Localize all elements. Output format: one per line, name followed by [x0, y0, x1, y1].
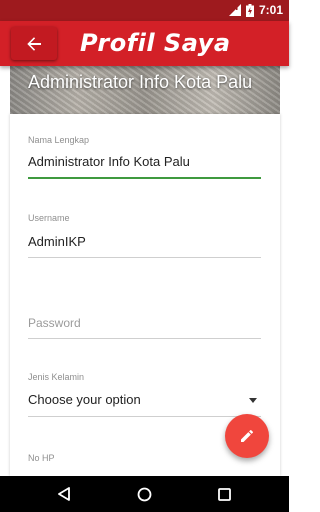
page-title: Profil Saya [80, 29, 231, 57]
home-circle-icon [137, 487, 151, 501]
full-name-label: Nama Lengkap [28, 135, 90, 145]
password-underline [28, 338, 261, 339]
back-button[interactable] [11, 27, 57, 60]
dropdown-arrow-icon[interactable] [249, 398, 257, 403]
full-name-input[interactable]: Administrator Info Kota Palu [28, 154, 190, 169]
nav-back-button[interactable] [54, 484, 74, 504]
phone-label: No HP [28, 453, 55, 463]
pencil-icon [241, 429, 254, 442]
status-bar: 7:01 [0, 0, 289, 21]
username-field[interactable]: Username AdminIKP [28, 213, 261, 259]
gender-underline [28, 416, 261, 417]
gender-selected-value[interactable]: Choose your option [28, 392, 141, 407]
nav-home-button[interactable] [134, 484, 154, 504]
username-underline [28, 257, 261, 258]
username-input[interactable]: AdminIKP [28, 234, 86, 249]
full-name-field[interactable]: Nama Lengkap Administrator Info Kota Pal… [28, 135, 261, 179]
status-icons: 7:01 [228, 3, 283, 17]
gender-label: Jenis Kelamin [28, 372, 85, 382]
edit-button[interactable] [225, 414, 269, 458]
recents-square-icon [217, 487, 231, 501]
password-input[interactable]: Password [28, 316, 81, 330]
signal-icon [228, 4, 241, 16]
nav-recents-button[interactable] [214, 484, 234, 504]
password-field[interactable]: Password [28, 314, 261, 340]
app-bar: Profil Saya [0, 21, 289, 66]
arrow-left-icon [27, 36, 41, 51]
system-nav-bar [0, 476, 289, 512]
gender-select[interactable]: Jenis Kelamin Choose your option [28, 372, 261, 418]
phone-field[interactable]: No HP [28, 453, 261, 473]
profile-header-image: Administrator Info Kota Palu [10, 66, 280, 114]
status-time: 7:01 [258, 3, 283, 17]
back-triangle-icon [58, 487, 70, 501]
profile-header-name: Administrator Info Kota Palu [28, 72, 253, 92]
username-label: Username [28, 213, 70, 223]
battery-icon [245, 3, 254, 17]
full-name-underline [28, 177, 261, 179]
